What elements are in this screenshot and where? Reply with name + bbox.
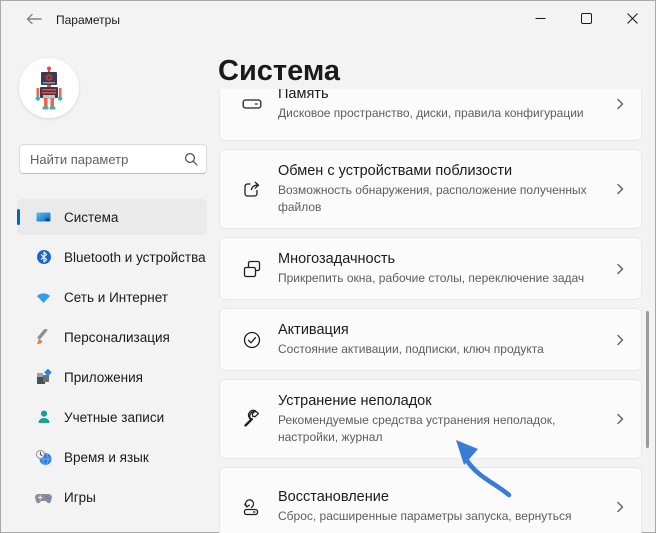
sidebar-item-label: Время и язык: [64, 449, 149, 465]
window-title: Параметры: [56, 13, 120, 27]
row-multitasking[interactable]: Многозадачность Прикрепить окна, рабочие…: [219, 237, 642, 300]
time-language-icon: [35, 449, 52, 466]
row-subtitle: Состояние активации, подписки, ключ прод…: [278, 341, 544, 356]
sidebar-item-personalization[interactable]: Персонализация: [17, 319, 207, 355]
selected-accent-bar: [17, 209, 20, 225]
search-icon: [184, 152, 198, 166]
apps-icon: [35, 369, 52, 386]
sidebar-item-apps[interactable]: Приложения: [17, 359, 207, 395]
search-box[interactable]: [19, 144, 207, 174]
chevron-right-icon: [617, 183, 624, 195]
personalization-icon: [35, 328, 52, 346]
row-title: Устранение неполадок: [278, 393, 432, 410]
row-troubleshoot[interactable]: Устранение неполадок Рекомендуемые средс…: [219, 379, 642, 459]
row-storage[interactable]: Память Дисковое пространство, диски, пра…: [219, 89, 642, 141]
titlebar: Параметры: [1, 1, 655, 37]
minimize-button[interactable]: [517, 1, 563, 35]
row-title: Обмен с устройствами поблизости: [278, 163, 513, 180]
sidebar-item-time-language[interactable]: Время и язык: [17, 439, 207, 475]
storage-icon: [242, 99, 262, 109]
system-icon: [35, 209, 52, 226]
row-title: Многозадачность: [278, 250, 396, 267]
row-subtitle: Прикрепить окна, рабочие столы, переключ…: [278, 270, 585, 285]
row-subtitle: Сброс, расширенные параметры запуска, ве…: [278, 509, 572, 524]
maximize-icon: [580, 12, 592, 24]
row-title: Восстановление: [278, 489, 389, 506]
sidebar-item-label: Приложения: [64, 369, 143, 385]
sidebar-item-label: Система: [64, 209, 119, 225]
sidebar-item-gaming[interactable]: Игры: [17, 479, 207, 515]
search-input[interactable]: [30, 151, 184, 167]
minimize-icon: [535, 17, 545, 19]
sidebar-item-label: Учетные записи: [64, 409, 165, 425]
chevron-right-icon: [617, 334, 624, 345]
close-icon: [626, 12, 638, 24]
accounts-icon: [35, 409, 52, 426]
row-subtitle: Возможность обнаружения, расположение по…: [278, 183, 587, 214]
vertical-scrollbar[interactable]: [646, 311, 649, 448]
sidebar-item-network[interactable]: Сеть и Интернет: [17, 279, 207, 315]
row-subtitle: Рекомендуемые средства устранения непола…: [278, 413, 556, 444]
row-nearby-share[interactable]: Обмен с устройствами поблизости Возможно…: [219, 149, 642, 229]
sidebar-nav: Система Bluetooth и устройства Сеть и Ин…: [17, 199, 207, 519]
settings-list: Память Дисковое пространство, диски, пра…: [219, 89, 643, 533]
robot-avatar-icon: [35, 66, 63, 110]
gaming-icon: [35, 489, 52, 506]
multitasking-icon: [243, 260, 261, 277]
sidebar-item-label: Сеть и Интернет: [64, 289, 168, 305]
row-activation[interactable]: Активация Состояние активации, подписки,…: [219, 308, 642, 371]
close-button[interactable]: [609, 1, 655, 35]
row-recovery[interactable]: Восстановление Сброс, расширенные параме…: [219, 467, 642, 533]
row-title: Память: [278, 89, 329, 103]
chevron-right-icon: [617, 413, 624, 425]
user-avatar: [19, 58, 79, 118]
sidebar-item-label: Персонализация: [64, 329, 170, 345]
sidebar-item-label: Игры: [64, 489, 96, 505]
sidebar-item-label: Bluetooth и устройства: [64, 249, 206, 265]
bluetooth-icon: [35, 249, 52, 266]
nearby-share-icon: [244, 181, 260, 197]
back-arrow-icon: [26, 13, 42, 25]
maximize-button[interactable]: [563, 1, 609, 35]
chevron-right-icon: [617, 263, 624, 274]
network-icon: [35, 289, 52, 306]
row-subtitle: Дисковое пространство, диски, правила ко…: [278, 106, 584, 121]
sidebar-item-accounts[interactable]: Учетные записи: [17, 399, 207, 435]
page-title: Система: [218, 55, 341, 87]
back-button[interactable]: [21, 8, 47, 30]
row-title: Активация: [278, 321, 349, 338]
activation-icon: [243, 331, 261, 348]
troubleshoot-icon: [244, 409, 259, 427]
sidebar-item-system[interactable]: Система: [17, 199, 207, 235]
sidebar-item-bluetooth[interactable]: Bluetooth и устройства: [17, 239, 207, 275]
chevron-right-icon: [617, 98, 624, 110]
recovery-icon: [243, 499, 259, 516]
chevron-right-icon: [617, 501, 624, 513]
